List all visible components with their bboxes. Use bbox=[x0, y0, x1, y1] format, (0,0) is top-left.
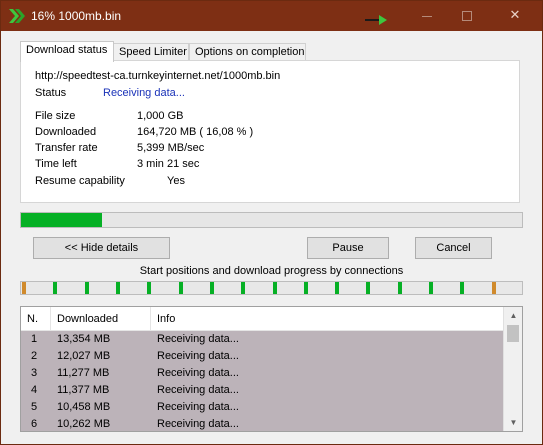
tab-speed-limiter[interactable]: Speed Limiter bbox=[113, 43, 189, 61]
row-info: Receiving data... bbox=[157, 418, 239, 430]
connection-segment bbox=[116, 282, 120, 294]
connection-segment bbox=[460, 282, 464, 294]
table-header: N. Downloaded Info bbox=[21, 307, 503, 331]
row-downloaded: 10,262 MB bbox=[57, 418, 111, 430]
scroll-up-icon[interactable]: ▲ bbox=[504, 307, 522, 324]
row-number: 6 bbox=[31, 418, 38, 430]
cancel-button[interactable]: Cancel bbox=[415, 237, 492, 259]
download-url: http://speedtest-ca.turnkeyinternet.net/… bbox=[35, 70, 281, 82]
scroll-down-icon[interactable]: ▼ bbox=[504, 414, 522, 431]
connection-segment bbox=[304, 282, 308, 294]
row-number: 4 bbox=[31, 384, 38, 396]
connection-segment bbox=[210, 282, 214, 294]
connection-segment bbox=[429, 282, 433, 294]
table-row[interactable]: 1 13,354 MB Receiving data... bbox=[21, 331, 503, 348]
row-info: Receiving data... bbox=[157, 367, 239, 379]
connections-table[interactable]: N. Downloaded Info 1 13,354 MB Receiving d… bbox=[20, 306, 523, 432]
file-size-label: File size bbox=[35, 110, 76, 122]
minimize-icon bbox=[422, 16, 432, 17]
download-progress-fill bbox=[21, 213, 102, 227]
arrow-right-icon bbox=[365, 15, 387, 25]
scroll-thumb[interactable] bbox=[507, 325, 519, 342]
row-info: Receiving data... bbox=[157, 401, 239, 413]
status-value: Receiving data... bbox=[103, 87, 185, 99]
column-header-info[interactable]: Info bbox=[151, 307, 503, 331]
row-downloaded: 13,354 MB bbox=[57, 333, 111, 345]
row-info: Receiving data... bbox=[157, 384, 239, 396]
pause-button[interactable]: Pause bbox=[307, 237, 389, 259]
row-downloaded: 10,458 MB bbox=[57, 401, 111, 413]
connections-progress-bar bbox=[20, 281, 523, 295]
maximize-button[interactable] bbox=[444, 1, 490, 31]
row-number: 2 bbox=[31, 350, 38, 362]
table-body: 1 13,354 MB Receiving data... 2 12,027 MB Rec… bbox=[21, 331, 503, 431]
table-scrollbar[interactable]: ▲ ▼ bbox=[503, 307, 522, 431]
table-row[interactable]: 3 11,277 MB Receiving data... bbox=[21, 365, 503, 382]
download-window: 16% 1000mb.bin ✕ Download status Speed L… bbox=[0, 0, 543, 445]
window-title: 16% 1000mb.bin bbox=[31, 9, 122, 23]
close-button[interactable]: ✕ bbox=[492, 1, 538, 31]
resume-capability-value: Yes bbox=[167, 175, 185, 187]
connection-segment bbox=[366, 282, 370, 294]
connection-segment bbox=[335, 282, 339, 294]
maximize-icon bbox=[462, 11, 472, 21]
file-size-value: 1,000 GB bbox=[137, 110, 184, 122]
download-arrow-icon bbox=[9, 9, 25, 23]
connection-segment bbox=[85, 282, 89, 294]
download-status-panel: http://speedtest-ca.turnkeyinternet.net/… bbox=[20, 60, 520, 203]
transfer-rate-value: 5,399 MB/sec bbox=[137, 142, 205, 154]
resume-capability-label: Resume capability bbox=[35, 175, 125, 187]
column-header-n[interactable]: N. bbox=[21, 307, 51, 331]
tab-download-status[interactable]: Download status bbox=[20, 41, 114, 62]
column-header-downloaded[interactable]: Downloaded bbox=[51, 307, 151, 331]
connection-segment bbox=[22, 282, 26, 294]
connection-segment bbox=[53, 282, 57, 294]
row-info: Receiving data... bbox=[157, 350, 239, 362]
connection-segment bbox=[179, 282, 183, 294]
downloaded-value: 164,720 MB ( 16,08 % ) bbox=[137, 126, 254, 138]
time-left-value: 3 min 21 sec bbox=[137, 158, 200, 170]
download-progress-bar bbox=[20, 212, 523, 228]
connection-segment bbox=[147, 282, 151, 294]
tab-options-on-completion[interactable]: Options on completion bbox=[189, 43, 306, 61]
hide-details-button[interactable]: << Hide details bbox=[33, 237, 170, 259]
connection-segment bbox=[241, 282, 245, 294]
table-row[interactable]: 2 12,027 MB Receiving data... bbox=[21, 348, 503, 365]
transfer-rate-label: Transfer rate bbox=[35, 142, 98, 154]
row-downloaded: 12,027 MB bbox=[57, 350, 111, 362]
connection-segment bbox=[492, 282, 496, 294]
title-bar[interactable]: 16% 1000mb.bin ✕ bbox=[1, 1, 542, 31]
table-row[interactable]: 6 10,262 MB Receiving data... bbox=[21, 416, 503, 431]
row-number: 3 bbox=[31, 367, 38, 379]
table-row[interactable]: 5 10,458 MB Receiving data... bbox=[21, 399, 503, 416]
connection-segment bbox=[398, 282, 402, 294]
row-number: 5 bbox=[31, 401, 38, 413]
row-number: 1 bbox=[31, 333, 38, 345]
status-label: Status bbox=[35, 87, 67, 99]
connection-segment bbox=[273, 282, 277, 294]
connections-caption: Start positions and download progress by… bbox=[139, 265, 404, 277]
downloaded-label: Downloaded bbox=[35, 126, 97, 138]
time-left-label: Time left bbox=[35, 158, 77, 170]
row-downloaded: 11,277 MB bbox=[57, 367, 110, 379]
row-info: Receiving data... bbox=[157, 333, 239, 345]
close-icon: ✕ bbox=[509, 8, 521, 23]
row-downloaded: 11,377 MB bbox=[57, 384, 110, 396]
table-row[interactable]: 4 11,377 MB Receiving data... bbox=[21, 382, 503, 399]
